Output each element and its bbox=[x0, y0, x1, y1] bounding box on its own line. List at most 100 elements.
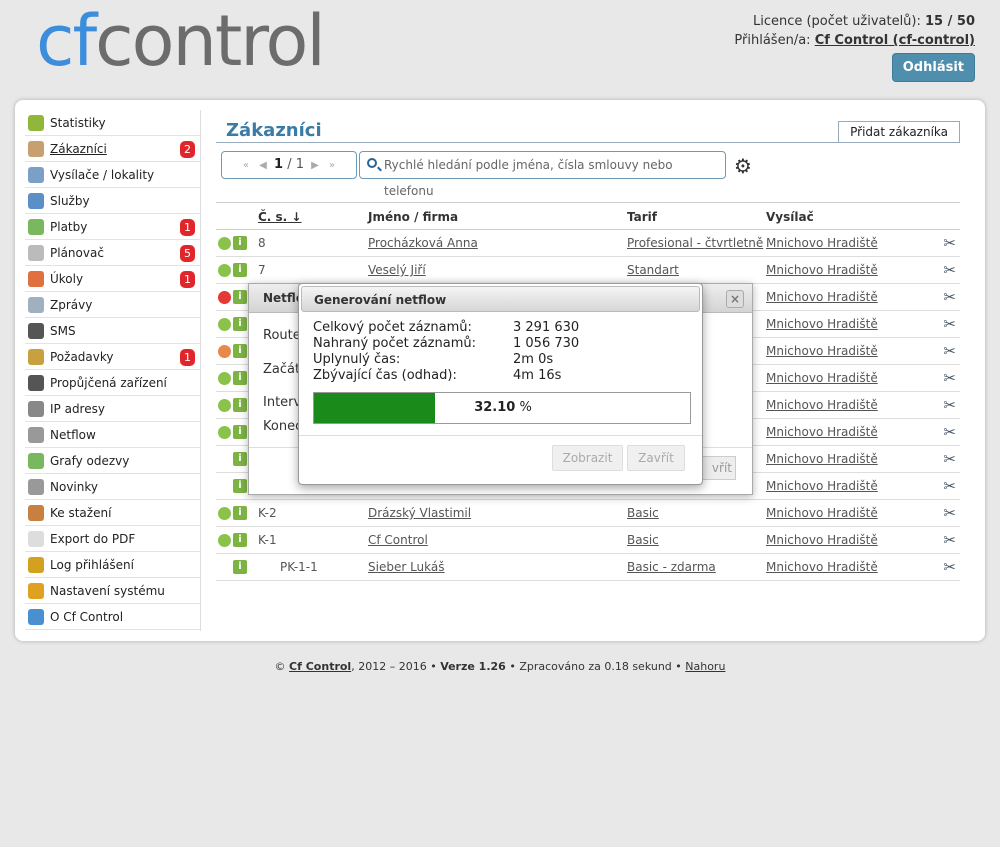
sidebar-item[interactable]: Úkoly 1 bbox=[25, 266, 200, 292]
footer-top-link[interactable]: Nahoru bbox=[685, 660, 725, 673]
col-tarif[interactable]: Tarif bbox=[627, 210, 657, 224]
vysilac-link[interactable]: Mnichovo Hradiště bbox=[766, 506, 878, 520]
last-page-icon[interactable]: » bbox=[329, 160, 335, 171]
first-page-icon[interactable]: « bbox=[243, 160, 249, 171]
vysilac-link[interactable]: Mnichovo Hradiště bbox=[766, 236, 878, 250]
tarif-link[interactable]: Standart bbox=[627, 263, 679, 277]
col-vysilac[interactable]: Vysílač bbox=[766, 210, 814, 224]
calendar-icon bbox=[28, 245, 44, 261]
search-input[interactable]: Rychlé hledání podle jména, čísla smlouv… bbox=[359, 151, 726, 198]
customer-name-link[interactable]: Cf Control bbox=[368, 533, 428, 547]
sidebar-item[interactable]: Novinky bbox=[25, 474, 200, 500]
tools-icon[interactable]: ✂ bbox=[943, 477, 956, 495]
info-icon[interactable]: i bbox=[233, 452, 247, 466]
sidebar-item[interactable]: Zprávy bbox=[25, 292, 200, 318]
status-dot bbox=[218, 237, 231, 250]
gear-icon[interactable]: ⚙ bbox=[734, 154, 752, 178]
search-placeholder: Rychlé hledání podle jména, čísla smlouv… bbox=[384, 158, 673, 198]
table-row: i PK-1-1 Sieber Lukáš Basic - zdarma Mnichov… bbox=[216, 554, 960, 581]
sidebar-item-label: Platby bbox=[50, 220, 88, 234]
tools-icon[interactable]: ✂ bbox=[943, 315, 956, 333]
tools-icon[interactable]: ✂ bbox=[943, 396, 956, 414]
vysilac-link[interactable]: Mnichovo Hradiště bbox=[766, 317, 878, 331]
info-icon[interactable]: i bbox=[233, 398, 247, 412]
customer-name-link[interactable]: Drázský Vlastimil bbox=[368, 506, 471, 520]
line-chart-icon bbox=[28, 453, 44, 469]
sidebar-item[interactable]: Statistiky bbox=[25, 110, 200, 136]
sidebar-item[interactable]: Služby bbox=[25, 188, 200, 214]
vysilac-link[interactable]: Mnichovo Hradiště bbox=[766, 290, 878, 304]
footer-brand-link[interactable]: Cf Control bbox=[289, 660, 351, 673]
col-name[interactable]: Jméno / firma bbox=[368, 210, 458, 224]
vysilac-link[interactable]: Mnichovo Hradiště bbox=[766, 533, 878, 547]
sidebar-item[interactable]: Nastavení systému bbox=[25, 578, 200, 604]
logo[interactable]: cfcontrol bbox=[36, 6, 326, 76]
vysilac-link[interactable]: Mnichovo Hradiště bbox=[766, 398, 878, 412]
sidebar-item[interactable]: Ke stažení bbox=[25, 500, 200, 526]
sidebar-item[interactable]: Export do PDF bbox=[25, 526, 200, 552]
info-icon[interactable]: i bbox=[233, 479, 247, 493]
vysilac-link[interactable]: Mnichovo Hradiště bbox=[766, 371, 878, 385]
tarif-link[interactable]: Profesional - čtvrtletně bbox=[627, 236, 763, 250]
sidebar-item[interactable]: Požadavky 1 bbox=[25, 344, 200, 370]
col-cs[interactable]: Č. s. ↓ bbox=[258, 210, 301, 224]
info-icon[interactable]: i bbox=[233, 506, 247, 520]
prev-page-icon[interactable]: ◀ bbox=[259, 160, 267, 171]
tools-icon[interactable]: ✂ bbox=[943, 261, 956, 279]
logged-user-link[interactable]: Cf Control (cf-control) bbox=[815, 33, 975, 48]
vysilac-link[interactable]: Mnichovo Hradiště bbox=[766, 479, 878, 493]
show-button[interactable]: Zobrazit bbox=[552, 445, 623, 471]
next-page-icon[interactable]: ▶ bbox=[311, 160, 319, 171]
vysilac-link[interactable]: Mnichovo Hradiště bbox=[766, 263, 878, 277]
table-header: Č. s. ↓ Jméno / firma Tarif Vysílač bbox=[216, 202, 960, 230]
tarif-link[interactable]: Basic bbox=[627, 506, 659, 520]
info-icon[interactable]: i bbox=[233, 533, 247, 547]
tools-icon[interactable]: ✂ bbox=[943, 342, 956, 360]
close-button[interactable]: Zavřít bbox=[627, 445, 685, 471]
customer-name-link[interactable]: Sieber Lukáš bbox=[368, 560, 445, 574]
vysilac-link[interactable]: Mnichovo Hradiště bbox=[766, 560, 878, 574]
tools-icon[interactable]: ✂ bbox=[943, 234, 956, 252]
vysilac-link[interactable]: Mnichovo Hradiště bbox=[766, 344, 878, 358]
sidebar-item[interactable]: O Cf Control bbox=[25, 604, 200, 630]
close-icon[interactable]: × bbox=[726, 290, 744, 308]
sidebar-item-label: Úkoly bbox=[50, 272, 84, 286]
info-icon[interactable]: i bbox=[233, 290, 247, 304]
sidebar-item[interactable]: Plánovač 5 bbox=[25, 240, 200, 266]
info-icon[interactable]: i bbox=[233, 425, 247, 439]
customer-name-link[interactable]: Veselý Jiří bbox=[368, 263, 426, 277]
tarif-link[interactable]: Basic bbox=[627, 533, 659, 547]
sidebar-item[interactable]: Grafy odezvy bbox=[25, 448, 200, 474]
info-icon[interactable]: i bbox=[233, 371, 247, 385]
sidebar-item[interactable]: Netflow bbox=[25, 422, 200, 448]
tools-icon[interactable]: ✂ bbox=[943, 423, 956, 441]
add-customer-button[interactable]: Přidat zákazníka bbox=[838, 121, 960, 142]
sidebar-item[interactable]: Zákazníci 2 bbox=[25, 136, 200, 162]
sidebar-item[interactable]: Propůjčená zařízení bbox=[25, 370, 200, 396]
netflow-label-end: Konec bbox=[263, 419, 303, 434]
info-icon[interactable]: i bbox=[233, 344, 247, 358]
tools-icon[interactable]: ✂ bbox=[943, 450, 956, 468]
sidebar-item[interactable]: IP adresy bbox=[25, 396, 200, 422]
sidebar-item[interactable]: SMS bbox=[25, 318, 200, 344]
tarif-link[interactable]: Basic - zdarma bbox=[627, 560, 716, 574]
tools-icon[interactable]: ✂ bbox=[943, 504, 956, 522]
sidebar-item[interactable]: Vysílače / lokality bbox=[25, 162, 200, 188]
info-icon[interactable]: i bbox=[233, 263, 247, 277]
info-icon[interactable]: i bbox=[233, 236, 247, 250]
info-icon[interactable]: i bbox=[233, 560, 247, 574]
tools-icon[interactable]: ✂ bbox=[943, 531, 956, 549]
account-panel: Licence (počet uživatelů): 15 / 50 Přihl… bbox=[734, 12, 975, 82]
tools-icon[interactable]: ✂ bbox=[943, 558, 956, 576]
info-icon[interactable]: i bbox=[233, 317, 247, 331]
customer-name-link[interactable]: Procházková Anna bbox=[368, 236, 478, 250]
sidebar-item[interactable]: Platby 1 bbox=[25, 214, 200, 240]
logout-button[interactable]: Odhlásit bbox=[891, 53, 975, 82]
tools-icon[interactable]: ✂ bbox=[943, 369, 956, 387]
netflow-close-button[interactable]: vřít bbox=[700, 456, 736, 480]
vysilac-link[interactable]: Mnichovo Hradiště bbox=[766, 425, 878, 439]
vysilac-link[interactable]: Mnichovo Hradiště bbox=[766, 452, 878, 466]
logo-control: control bbox=[95, 0, 326, 82]
tools-icon[interactable]: ✂ bbox=[943, 288, 956, 306]
sidebar-item[interactable]: Log přihlášení bbox=[25, 552, 200, 578]
